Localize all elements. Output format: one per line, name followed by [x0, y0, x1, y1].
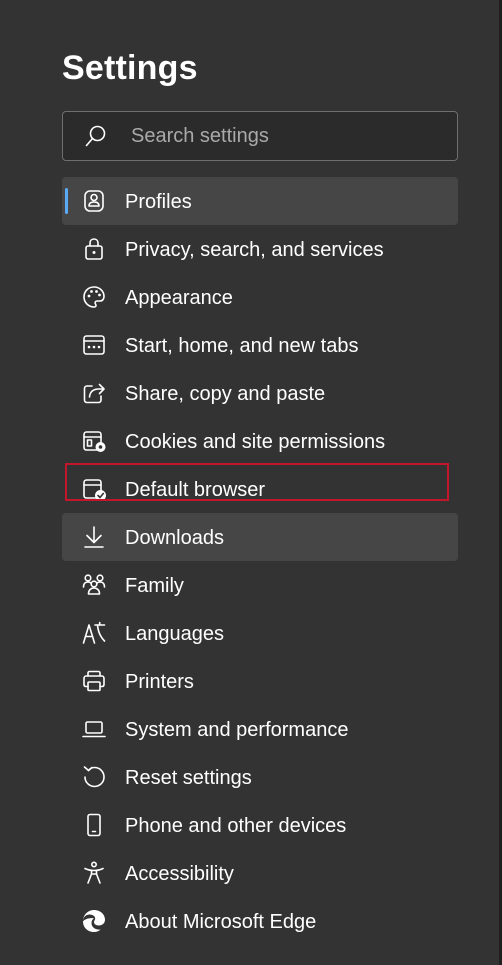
download-icon: [81, 524, 107, 550]
lock-icon: [81, 236, 107, 262]
nav-item-share-copy-paste[interactable]: Share, copy and paste: [62, 369, 458, 417]
page-title: Settings: [62, 49, 198, 87]
nav-item-about-edge[interactable]: About Microsoft Edge: [62, 897, 458, 945]
nav-item-profiles[interactable]: Profiles: [62, 177, 458, 225]
nav-item-label: Printers: [125, 671, 194, 693]
languages-icon: [81, 620, 107, 646]
nav-item-label: Privacy, search, and services: [125, 239, 384, 261]
nav-item-downloads[interactable]: Downloads: [62, 513, 458, 561]
active-indicator: [65, 188, 68, 214]
nav-item-label: Default browser: [125, 479, 266, 501]
nav-item-label: Profiles: [125, 191, 192, 213]
nav-item-label: Share, copy and paste: [125, 383, 326, 405]
nav-item-reset-settings[interactable]: Reset settings: [62, 753, 458, 801]
nav-item-label: Appearance: [125, 287, 233, 309]
nav-item-languages[interactable]: Languages: [62, 609, 458, 657]
laptop-icon: [81, 716, 107, 742]
nav-item-appearance[interactable]: Appearance: [62, 273, 458, 321]
printer-icon: [81, 668, 107, 694]
nav-item-label: Start, home, and new tabs: [125, 335, 359, 357]
share-icon: [81, 380, 107, 406]
start-page-icon: [81, 332, 107, 358]
nav-item-printers[interactable]: Printers: [62, 657, 458, 705]
nav-item-label: System and performance: [125, 719, 349, 741]
nav-item-label: Phone and other devices: [125, 815, 347, 837]
nav-item-cookies-site-permissions[interactable]: Cookies and site permissions: [62, 417, 458, 465]
nav-item-label: Family: [125, 575, 184, 597]
nav-item-label: Cookies and site permissions: [125, 431, 386, 453]
nav-item-family[interactable]: Family: [62, 561, 458, 609]
nav-item-accessibility[interactable]: Accessibility: [62, 849, 458, 897]
nav-item-label: Accessibility: [125, 863, 234, 885]
nav-item-system-performance[interactable]: System and performance: [62, 705, 458, 753]
default-browser-icon: [81, 476, 107, 502]
cookies-permissions-icon: [81, 428, 107, 454]
search-box[interactable]: [62, 111, 458, 161]
reset-icon: [81, 764, 107, 790]
settings-nav: Profiles Privacy, search, and services A…: [62, 177, 458, 945]
nav-item-label: Reset settings: [125, 767, 252, 789]
nav-item-label: About Microsoft Edge: [125, 911, 317, 933]
search-input[interactable]: [131, 112, 441, 160]
nav-item-default-browser[interactable]: Default browser: [62, 463, 458, 513]
edge-logo-icon: [81, 908, 107, 934]
family-icon: [81, 572, 107, 598]
profile-icon: [81, 188, 107, 214]
search-icon: [85, 125, 107, 147]
nav-item-label: Downloads: [125, 527, 224, 549]
palette-icon: [81, 284, 107, 310]
phone-icon: [81, 812, 107, 838]
accessibility-icon: [81, 860, 107, 886]
nav-item-label: Languages: [125, 623, 224, 645]
nav-item-start-home-new-tabs[interactable]: Start, home, and new tabs: [62, 321, 458, 369]
nav-item-phone-devices[interactable]: Phone and other devices: [62, 801, 458, 849]
nav-item-privacy[interactable]: Privacy, search, and services: [62, 225, 458, 273]
